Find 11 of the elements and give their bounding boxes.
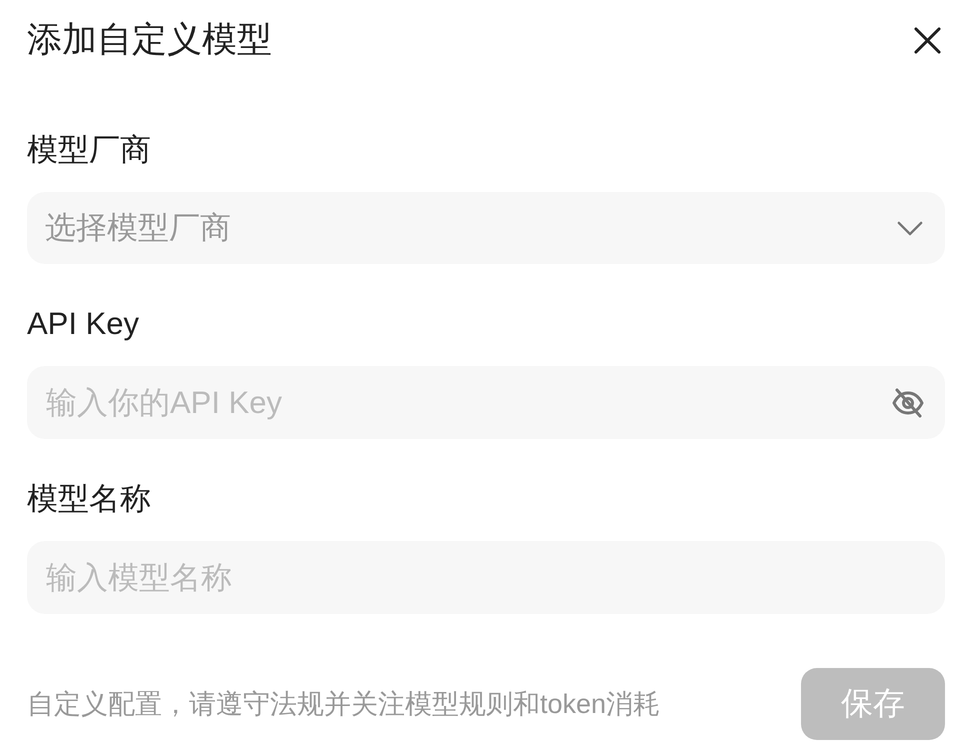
field-label: 模型厂商: [27, 131, 151, 169]
api-key-field[interactable]: 输入你的API Key: [27, 366, 945, 439]
chevron-down-icon: [897, 220, 923, 236]
model-name-field[interactable]: 输入模型名称: [27, 541, 945, 614]
eye-off-icon[interactable]: [891, 387, 925, 419]
footer-note: 自定义配置，请遵守法规并关注模型规则和token消耗: [27, 688, 660, 721]
close-icon[interactable]: [914, 26, 941, 54]
vendor-select[interactable]: 选择模型厂商: [27, 192, 945, 264]
dialog-title: 添加自定义模型: [27, 19, 272, 61]
field-label: API Key: [27, 305, 139, 343]
field-label: 模型名称: [27, 480, 151, 518]
